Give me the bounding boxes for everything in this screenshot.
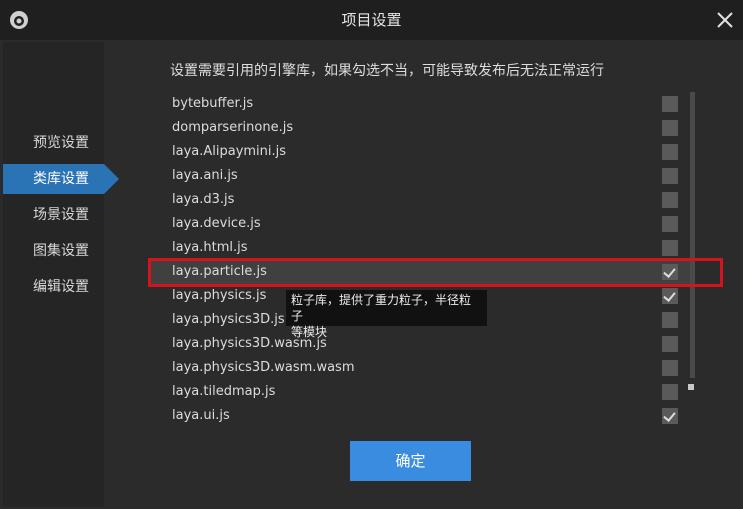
library-name: laya.physics.js — [172, 288, 267, 303]
library-name: domparserinone.js — [172, 120, 294, 135]
library-row[interactable]: bytebuffer.js — [148, 92, 693, 116]
sidebar-item-atlas-settings[interactable]: 图集设置 — [3, 236, 104, 266]
intro-text: 设置需要引用的引擎库，如果勾选不当，可能导致发布后无法正常运行 — [170, 63, 604, 79]
library-checkbox[interactable] — [662, 240, 678, 256]
library-checkbox[interactable] — [662, 216, 678, 232]
library-checkbox-checked[interactable] — [662, 264, 678, 280]
sidebar-item-editor-settings[interactable]: 编辑设置 — [3, 272, 104, 302]
close-icon[interactable] — [715, 10, 735, 30]
library-name: laya.tiledmap.js — [172, 384, 276, 399]
active-item-arrow — [104, 164, 119, 194]
library-checkbox[interactable] — [662, 192, 678, 208]
library-name: laya.Alipaymini.js — [172, 144, 287, 159]
title-bar: 项目设置 — [0, 0, 743, 40]
library-checkbox-checked[interactable] — [662, 288, 678, 304]
library-checkbox[interactable] — [662, 384, 678, 400]
library-name: laya.particle.js — [172, 264, 267, 279]
library-row[interactable]: laya.d3.js — [148, 188, 693, 212]
window-title: 项目设置 — [341, 11, 402, 29]
library-row[interactable]: laya.ani.js — [148, 164, 693, 188]
library-tooltip: 粒子库，提供了重力粒子，半径粒子 等模块 — [286, 290, 487, 339]
tooltip-line: 等模块 — [291, 325, 328, 339]
library-name: laya.html.js — [172, 240, 248, 255]
library-row[interactable]: laya.Alipaymini.js — [148, 140, 693, 164]
library-checkbox[interactable] — [662, 312, 678, 328]
library-name: laya.physics3D.js — [172, 312, 285, 327]
list-scrollbar[interactable] — [690, 92, 695, 378]
library-checkbox[interactable] — [662, 360, 678, 376]
library-checkbox[interactable] — [662, 168, 678, 184]
library-checkbox[interactable] — [662, 336, 678, 352]
library-name: laya.ui.js — [172, 408, 230, 423]
tooltip-line: 粒子库，提供了重力粒子，半径粒子 — [291, 293, 472, 323]
project-settings-dialog: 项目设置 预览设置 类库设置 场景设置 图集设置 编辑设置 设置需要引用的引擎库… — [0, 0, 743, 509]
library-checkbox[interactable] — [662, 144, 678, 160]
library-row[interactable]: laya.device.js — [148, 212, 693, 236]
library-checkbox[interactable] — [662, 96, 678, 112]
sidebar-item-scene-settings[interactable]: 场景设置 — [3, 200, 104, 230]
sidebar-item-library-settings[interactable]: 类库设置 — [3, 164, 104, 194]
library-name: laya.physics3D.wasm.wasm — [172, 360, 355, 375]
confirm-button[interactable]: 确定 — [350, 441, 471, 481]
library-name: laya.d3.js — [172, 192, 235, 207]
library-checkbox-checked[interactable] — [662, 408, 678, 424]
sidebar-item-preview-settings[interactable]: 预览设置 — [3, 128, 104, 158]
library-name: bytebuffer.js — [172, 96, 254, 111]
library-row[interactable]: laya.physics3D.wasm.wasm — [148, 356, 693, 380]
library-row[interactable]: laya.html.js — [148, 236, 693, 260]
library-row-hovered[interactable]: laya.particle.js — [148, 260, 693, 284]
library-row[interactable]: laya.ui.js — [148, 404, 693, 428]
library-name: laya.device.js — [172, 216, 261, 231]
library-name: laya.ani.js — [172, 168, 238, 183]
library-checkbox[interactable] — [662, 120, 678, 136]
library-row[interactable]: laya.tiledmap.js — [148, 380, 693, 404]
library-row[interactable]: domparserinone.js — [148, 116, 693, 140]
resize-grip-icon — [688, 384, 694, 390]
settings-sidebar: 预览设置 类库设置 场景设置 图集设置 编辑设置 — [3, 42, 119, 507]
